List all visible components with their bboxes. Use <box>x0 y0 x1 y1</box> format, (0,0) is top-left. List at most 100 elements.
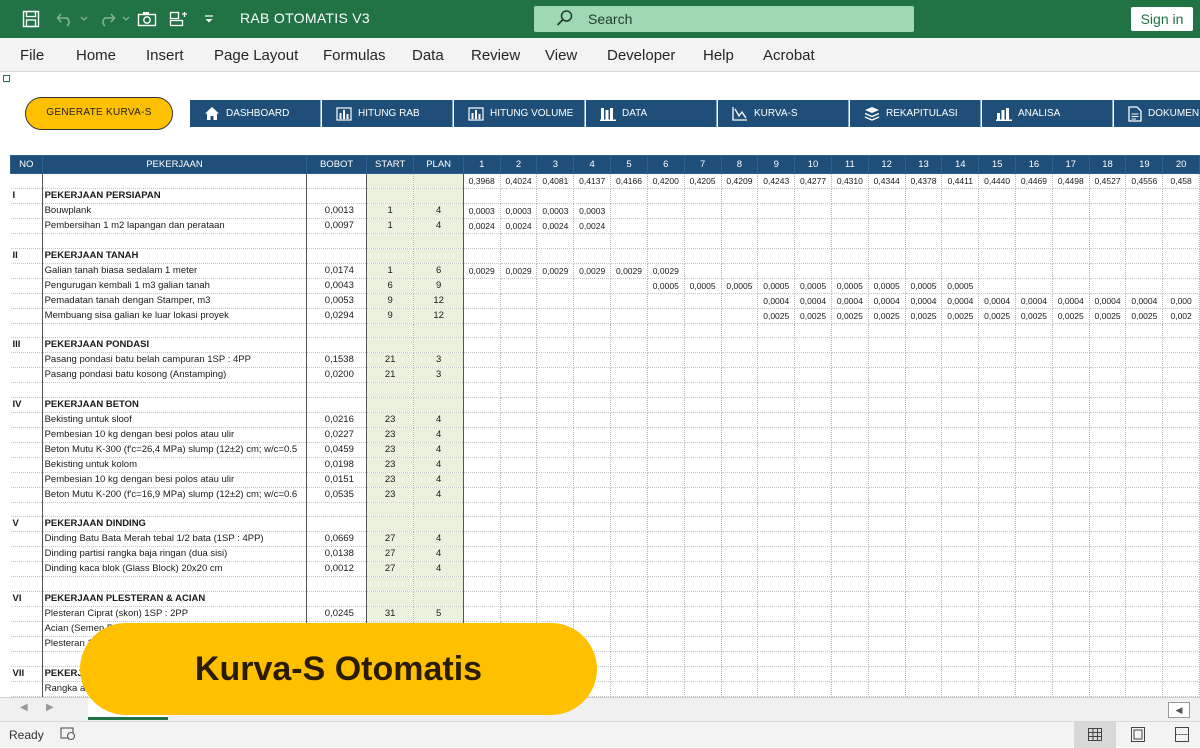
week-cell[interactable] <box>500 606 538 622</box>
week-cell[interactable] <box>721 308 759 324</box>
week-cell[interactable] <box>831 666 869 682</box>
week-cell[interactable] <box>794 397 832 413</box>
week-cell[interactable]: 0,0025 <box>1052 308 1090 324</box>
week-cell[interactable] <box>1052 621 1090 637</box>
week-cell[interactable] <box>905 621 943 637</box>
week-cell[interactable]: 0,0024 <box>536 218 575 234</box>
week-cell[interactable] <box>1052 531 1090 548</box>
cell-no[interactable]: V <box>10 516 43 533</box>
week-cell[interactable] <box>868 337 906 354</box>
week-total-cell[interactable]: 0,458 <box>1162 173 1200 189</box>
accessibility-icon[interactable] <box>60 727 76 744</box>
week-cell[interactable] <box>463 412 501 428</box>
week-cell[interactable] <box>463 382 501 398</box>
cell-start[interactable] <box>366 337 415 354</box>
week-cell[interactable] <box>647 681 685 697</box>
week-cell[interactable] <box>868 472 906 488</box>
week-cell[interactable] <box>831 516 869 533</box>
week-cell[interactable] <box>757 546 796 563</box>
week-cell[interactable] <box>941 681 980 697</box>
week-cell[interactable] <box>573 531 612 548</box>
week-cell[interactable] <box>1015 233 1053 249</box>
cell-pekerjaan[interactable] <box>42 382 308 398</box>
cell-plan[interactable]: 4 <box>413 472 464 488</box>
week-cell[interactable] <box>794 487 832 503</box>
week-cell[interactable] <box>573 188 612 204</box>
week-cell[interactable] <box>647 472 685 488</box>
cell-no[interactable] <box>10 606 43 622</box>
week-cell[interactable] <box>831 502 869 518</box>
week-cell[interactable] <box>500 367 538 384</box>
week-cell[interactable] <box>1089 337 1127 354</box>
week-cell[interactable] <box>1162 487 1200 503</box>
week-cell[interactable] <box>1089 427 1127 443</box>
week-cell[interactable] <box>573 546 612 563</box>
cell-bobot[interactable] <box>306 233 367 249</box>
week-cell[interactable]: 0,0025 <box>978 308 1017 324</box>
nav-data-button[interactable]: DATA <box>586 100 717 127</box>
week-cell[interactable] <box>610 337 648 354</box>
week-cell[interactable] <box>1089 666 1127 682</box>
week-cell[interactable] <box>1125 218 1164 234</box>
week-cell[interactable]: 0,0003 <box>500 203 538 219</box>
week-cell[interactable] <box>1125 606 1164 622</box>
week-cell[interactable] <box>684 681 722 697</box>
week-cell[interactable] <box>978 516 1017 533</box>
week-total-cell[interactable]: 0,4527 <box>1089 173 1127 189</box>
week-cell[interactable]: 0,0005 <box>647 278 685 294</box>
week-cell[interactable] <box>647 427 685 443</box>
week-cell[interactable] <box>536 546 575 563</box>
generate-kurva-s-button[interactable]: GENERATE KURVA-S <box>25 97 173 130</box>
week-cell[interactable] <box>1015 367 1053 384</box>
week-cell[interactable] <box>1015 576 1053 592</box>
week-cell[interactable] <box>1162 666 1200 682</box>
week-cell[interactable] <box>463 278 501 294</box>
week-cell[interactable] <box>610 576 648 592</box>
menu-data[interactable]: Data <box>412 47 444 64</box>
week-cell[interactable] <box>684 621 722 637</box>
week-cell[interactable] <box>1015 203 1053 219</box>
week-cell[interactable] <box>647 382 685 398</box>
header-week[interactable]: 6 <box>646 155 685 174</box>
cell-bobot[interactable]: 0,0097 <box>306 218 367 234</box>
week-cell[interactable] <box>905 367 943 384</box>
week-cell[interactable] <box>1052 576 1090 592</box>
cell-pekerjaan[interactable]: Dinding partisi rangka baja ringan (dua … <box>42 546 308 563</box>
week-cell[interactable] <box>684 546 722 563</box>
week-cell[interactable] <box>610 666 648 682</box>
week-cell[interactable] <box>536 367 575 384</box>
week-cell[interactable] <box>1125 681 1164 697</box>
header-week[interactable]: 13 <box>904 155 943 174</box>
week-cell[interactable] <box>610 516 648 533</box>
cell-bobot[interactable]: 0,0245 <box>306 606 367 622</box>
week-cell[interactable] <box>1162 546 1200 563</box>
week-cell[interactable] <box>978 397 1017 413</box>
week-cell[interactable] <box>1125 382 1164 398</box>
cell-no[interactable] <box>10 472 43 488</box>
week-cell[interactable] <box>536 427 575 443</box>
week-cell[interactable]: 0,0025 <box>905 308 943 324</box>
week-cell[interactable] <box>684 442 722 458</box>
week-cell[interactable] <box>684 352 722 369</box>
cell-start[interactable]: 31 <box>366 606 415 622</box>
week-cell[interactable] <box>721 188 759 204</box>
cell-no[interactable]: VII <box>10 666 43 682</box>
week-cell[interactable] <box>1089 352 1127 369</box>
week-cell[interactable] <box>868 681 906 697</box>
week-cell[interactable] <box>905 591 943 607</box>
week-cell[interactable] <box>721 263 759 279</box>
week-cell[interactable] <box>573 427 612 443</box>
week-cell[interactable] <box>757 487 796 503</box>
week-cell[interactable] <box>1162 412 1200 428</box>
week-cell[interactable] <box>647 412 685 428</box>
week-cell[interactable] <box>905 218 943 234</box>
week-cell[interactable] <box>941 323 980 339</box>
week-cell[interactable] <box>684 367 722 384</box>
week-cell[interactable] <box>868 606 906 622</box>
week-cell[interactable] <box>500 293 538 309</box>
week-cell[interactable] <box>1162 561 1200 578</box>
week-cell[interactable] <box>610 427 648 443</box>
week-cell[interactable] <box>1125 442 1164 458</box>
week-cell[interactable] <box>610 487 648 503</box>
week-cell[interactable] <box>1125 546 1164 563</box>
